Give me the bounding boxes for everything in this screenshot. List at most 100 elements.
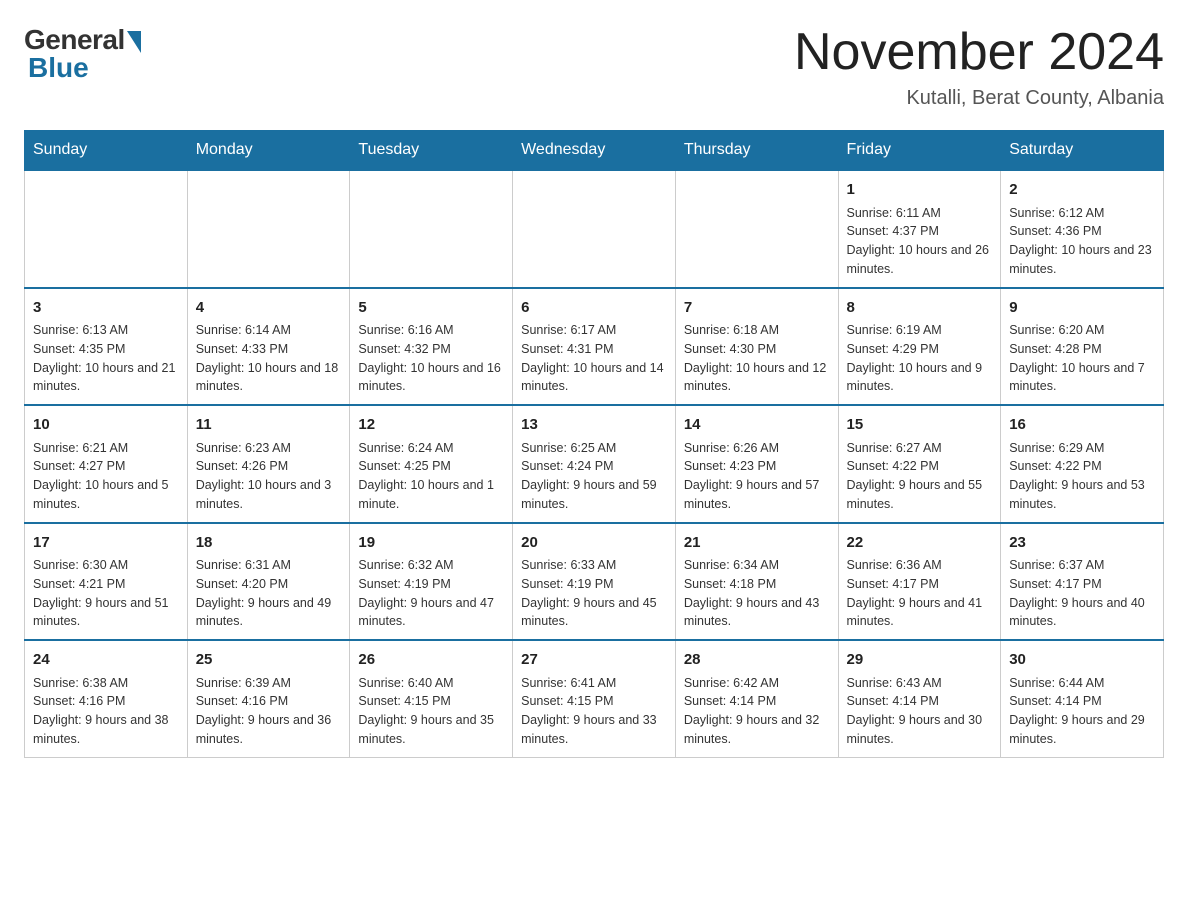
calendar-cell: 8Sunrise: 6:19 AMSunset: 4:29 PMDaylight…: [838, 288, 1001, 406]
day-info: Sunrise: 6:38 AMSunset: 4:16 PMDaylight:…: [33, 674, 179, 749]
day-info: Sunrise: 6:34 AMSunset: 4:18 PMDaylight:…: [684, 556, 830, 631]
calendar-cell: 19Sunrise: 6:32 AMSunset: 4:19 PMDayligh…: [350, 523, 513, 641]
day-number: 11: [196, 414, 342, 437]
day-number: 30: [1009, 649, 1155, 672]
day-number: 29: [847, 649, 993, 672]
weekday-header-thursday: Thursday: [675, 131, 838, 171]
day-info: Sunrise: 6:19 AMSunset: 4:29 PMDaylight:…: [847, 321, 993, 396]
day-number: 25: [196, 649, 342, 672]
calendar-cell: 10Sunrise: 6:21 AMSunset: 4:27 PMDayligh…: [25, 405, 188, 523]
calendar-cell: 14Sunrise: 6:26 AMSunset: 4:23 PMDayligh…: [675, 405, 838, 523]
day-info: Sunrise: 6:29 AMSunset: 4:22 PMDaylight:…: [1009, 439, 1155, 514]
day-number: 16: [1009, 414, 1155, 437]
day-info: Sunrise: 6:26 AMSunset: 4:23 PMDaylight:…: [684, 439, 830, 514]
calendar-cell: [675, 170, 838, 288]
day-number: 13: [521, 414, 667, 437]
day-info: Sunrise: 6:40 AMSunset: 4:15 PMDaylight:…: [358, 674, 504, 749]
day-info: Sunrise: 6:24 AMSunset: 4:25 PMDaylight:…: [358, 439, 504, 514]
calendar-cell: 12Sunrise: 6:24 AMSunset: 4:25 PMDayligh…: [350, 405, 513, 523]
month-title: November 2024: [794, 24, 1164, 81]
week-row-5: 24Sunrise: 6:38 AMSunset: 4:16 PMDayligh…: [25, 640, 1164, 757]
calendar-cell: 22Sunrise: 6:36 AMSunset: 4:17 PMDayligh…: [838, 523, 1001, 641]
day-number: 22: [847, 532, 993, 555]
day-info: Sunrise: 6:36 AMSunset: 4:17 PMDaylight:…: [847, 556, 993, 631]
day-number: 19: [358, 532, 504, 555]
calendar-cell: 27Sunrise: 6:41 AMSunset: 4:15 PMDayligh…: [513, 640, 676, 757]
day-info: Sunrise: 6:30 AMSunset: 4:21 PMDaylight:…: [33, 556, 179, 631]
calendar-cell: 25Sunrise: 6:39 AMSunset: 4:16 PMDayligh…: [187, 640, 350, 757]
day-number: 26: [358, 649, 504, 672]
day-number: 28: [684, 649, 830, 672]
day-number: 17: [33, 532, 179, 555]
day-info: Sunrise: 6:14 AMSunset: 4:33 PMDaylight:…: [196, 321, 342, 396]
day-info: Sunrise: 6:17 AMSunset: 4:31 PMDaylight:…: [521, 321, 667, 396]
day-number: 14: [684, 414, 830, 437]
logo: General Blue: [24, 24, 141, 84]
day-number: 23: [1009, 532, 1155, 555]
weekday-header-monday: Monday: [187, 131, 350, 171]
calendar-cell: [25, 170, 188, 288]
calendar-cell: 29Sunrise: 6:43 AMSunset: 4:14 PMDayligh…: [838, 640, 1001, 757]
week-row-2: 3Sunrise: 6:13 AMSunset: 4:35 PMDaylight…: [25, 288, 1164, 406]
weekday-header-tuesday: Tuesday: [350, 131, 513, 171]
logo-blue-text: Blue: [28, 52, 89, 84]
calendar-cell: 5Sunrise: 6:16 AMSunset: 4:32 PMDaylight…: [350, 288, 513, 406]
week-row-3: 10Sunrise: 6:21 AMSunset: 4:27 PMDayligh…: [25, 405, 1164, 523]
calendar-cell: 11Sunrise: 6:23 AMSunset: 4:26 PMDayligh…: [187, 405, 350, 523]
day-number: 9: [1009, 297, 1155, 320]
day-number: 7: [684, 297, 830, 320]
calendar-cell: 17Sunrise: 6:30 AMSunset: 4:21 PMDayligh…: [25, 523, 188, 641]
calendar-cell: 20Sunrise: 6:33 AMSunset: 4:19 PMDayligh…: [513, 523, 676, 641]
day-number: 24: [33, 649, 179, 672]
calendar-cell: 21Sunrise: 6:34 AMSunset: 4:18 PMDayligh…: [675, 523, 838, 641]
page-header: General Blue November 2024 Kutalli, Bera…: [24, 24, 1164, 110]
day-number: 6: [521, 297, 667, 320]
calendar-cell: 26Sunrise: 6:40 AMSunset: 4:15 PMDayligh…: [350, 640, 513, 757]
week-row-4: 17Sunrise: 6:30 AMSunset: 4:21 PMDayligh…: [25, 523, 1164, 641]
day-info: Sunrise: 6:42 AMSunset: 4:14 PMDaylight:…: [684, 674, 830, 749]
calendar-cell: 13Sunrise: 6:25 AMSunset: 4:24 PMDayligh…: [513, 405, 676, 523]
day-info: Sunrise: 6:44 AMSunset: 4:14 PMDaylight:…: [1009, 674, 1155, 749]
day-info: Sunrise: 6:32 AMSunset: 4:19 PMDaylight:…: [358, 556, 504, 631]
calendar-cell: 28Sunrise: 6:42 AMSunset: 4:14 PMDayligh…: [675, 640, 838, 757]
day-info: Sunrise: 6:12 AMSunset: 4:36 PMDaylight:…: [1009, 204, 1155, 279]
day-info: Sunrise: 6:25 AMSunset: 4:24 PMDaylight:…: [521, 439, 667, 514]
day-number: 20: [521, 532, 667, 555]
calendar-cell: 1Sunrise: 6:11 AMSunset: 4:37 PMDaylight…: [838, 170, 1001, 288]
week-row-1: 1Sunrise: 6:11 AMSunset: 4:37 PMDaylight…: [25, 170, 1164, 288]
day-info: Sunrise: 6:41 AMSunset: 4:15 PMDaylight:…: [521, 674, 667, 749]
weekday-header-saturday: Saturday: [1001, 131, 1164, 171]
title-section: November 2024 Kutalli, Berat County, Alb…: [794, 24, 1164, 110]
day-info: Sunrise: 6:27 AMSunset: 4:22 PMDaylight:…: [847, 439, 993, 514]
calendar-cell: 3Sunrise: 6:13 AMSunset: 4:35 PMDaylight…: [25, 288, 188, 406]
day-info: Sunrise: 6:37 AMSunset: 4:17 PMDaylight:…: [1009, 556, 1155, 631]
day-info: Sunrise: 6:20 AMSunset: 4:28 PMDaylight:…: [1009, 321, 1155, 396]
day-info: Sunrise: 6:16 AMSunset: 4:32 PMDaylight:…: [358, 321, 504, 396]
logo-arrow-icon: [127, 31, 141, 53]
day-info: Sunrise: 6:33 AMSunset: 4:19 PMDaylight:…: [521, 556, 667, 631]
calendar-cell: [187, 170, 350, 288]
calendar-cell: 4Sunrise: 6:14 AMSunset: 4:33 PMDaylight…: [187, 288, 350, 406]
day-number: 12: [358, 414, 504, 437]
calendar-cell: 2Sunrise: 6:12 AMSunset: 4:36 PMDaylight…: [1001, 170, 1164, 288]
calendar-cell: 15Sunrise: 6:27 AMSunset: 4:22 PMDayligh…: [838, 405, 1001, 523]
day-number: 15: [847, 414, 993, 437]
weekday-header-row: SundayMondayTuesdayWednesdayThursdayFrid…: [25, 131, 1164, 171]
day-info: Sunrise: 6:21 AMSunset: 4:27 PMDaylight:…: [33, 439, 179, 514]
day-number: 3: [33, 297, 179, 320]
day-info: Sunrise: 6:18 AMSunset: 4:30 PMDaylight:…: [684, 321, 830, 396]
day-info: Sunrise: 6:31 AMSunset: 4:20 PMDaylight:…: [196, 556, 342, 631]
calendar-cell: 24Sunrise: 6:38 AMSunset: 4:16 PMDayligh…: [25, 640, 188, 757]
day-info: Sunrise: 6:43 AMSunset: 4:14 PMDaylight:…: [847, 674, 993, 749]
calendar-cell: 23Sunrise: 6:37 AMSunset: 4:17 PMDayligh…: [1001, 523, 1164, 641]
day-number: 2: [1009, 179, 1155, 202]
weekday-header-friday: Friday: [838, 131, 1001, 171]
day-number: 27: [521, 649, 667, 672]
day-number: 4: [196, 297, 342, 320]
day-info: Sunrise: 6:11 AMSunset: 4:37 PMDaylight:…: [847, 204, 993, 279]
day-info: Sunrise: 6:13 AMSunset: 4:35 PMDaylight:…: [33, 321, 179, 396]
weekday-header-sunday: Sunday: [25, 131, 188, 171]
day-number: 10: [33, 414, 179, 437]
location-label: Kutalli, Berat County, Albania: [794, 87, 1164, 110]
calendar-cell: [350, 170, 513, 288]
